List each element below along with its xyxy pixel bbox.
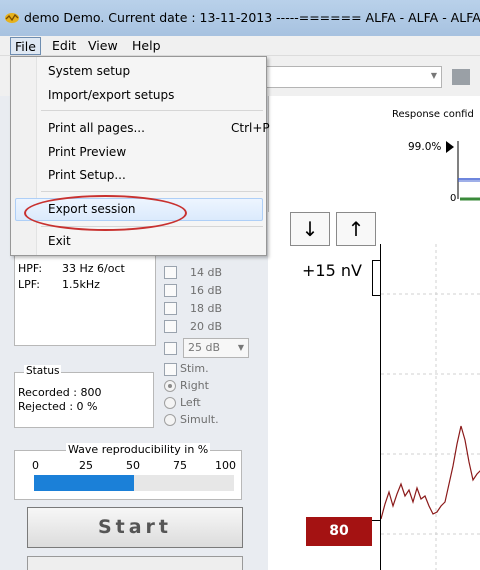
level-14db-label: 14 dB [190,266,223,279]
toolbar-icon[interactable] [452,69,470,85]
annotation-ellipse [24,195,187,231]
status-recorded: Recorded : 800 [18,386,102,399]
scale-down-button[interactable]: ↓ [290,212,330,246]
chevron-down-icon: ▼ [430,71,437,80]
menu-view[interactable]: View [84,37,122,55]
hpf-label: HPF: [18,262,43,275]
ear-left-label: Left [180,396,201,409]
status-title: Status [24,365,62,377]
level-20db-checkbox[interactable] [164,320,177,333]
ear-left-radio[interactable] [164,397,176,409]
menu-file[interactable]: File [10,37,41,55]
ear-right-radio[interactable] [164,380,176,392]
repro-tick-75: 75 [173,459,187,472]
title-bar: demo Demo. Current date : 13-11-2013 ---… [0,0,480,36]
level-20db-label: 20 dB [190,320,223,333]
waveform-svg [380,244,480,570]
ear-simult-label: Simult. [180,413,219,426]
hpf-value: 33 Hz 6/oct [62,262,125,275]
start-button[interactable]: Start [27,507,243,548]
menu-item-import-export-setups[interactable]: Import/export setups [48,88,174,102]
menu-edit[interactable]: Edit [48,37,80,55]
menu-item-exit[interactable]: Exit [48,234,71,248]
response-confidence-title: Response confid [392,109,474,120]
menu-separator [41,110,263,111]
repro-tick-100: 100 [215,459,236,472]
reproducibility-bar [34,475,234,491]
response-confidence-value: 99.0% [408,141,442,153]
chevron-down-icon: ▼ [237,343,244,352]
repro-tick-0: 0 [32,459,39,472]
repro-tick-25: 25 [79,459,93,472]
protocol-combo[interactable]: ▼ [258,66,442,88]
level-16db-checkbox[interactable] [164,284,177,297]
level-18db-label: 18 dB [190,302,223,315]
db-select-value: 25 dB [188,341,221,354]
menu-item-system-setup[interactable]: System setup [48,64,130,78]
ear-simult-radio[interactable] [164,414,176,426]
status-rejected: Rejected : 0 % [18,400,98,413]
level-16db-label: 16 dB [190,284,223,297]
menu-bar: File Edit View Help [0,36,480,56]
lpf-label: LPF: [18,278,40,291]
menu-item-print-setup[interactable]: Print Setup... [48,168,126,182]
pause-button[interactable] [27,556,243,570]
stim-checkbox[interactable] [164,363,177,376]
waveform-trace [380,425,480,520]
scale-up-button[interactable]: ↑ [336,212,376,246]
confidence-marker-icon [446,141,454,153]
repro-tick-50: 50 [126,459,140,472]
lpf-value: 1.5kHz [62,278,100,291]
menu-help[interactable]: Help [128,37,165,55]
level-tick [372,520,380,521]
scale-label: +15 nV [302,261,362,280]
app-icon [5,13,19,23]
reproducibility-bar-fill [34,475,134,491]
menu-item-print-all-pages[interactable]: Print all pages... [48,121,145,135]
level-14db-checkbox[interactable] [164,266,177,279]
menu-icon-strip [11,57,37,255]
level-25db-checkbox[interactable] [164,342,177,355]
menu-shortcut-print: Ctrl+P [231,121,270,135]
window-title: demo Demo. Current date : 13-11-2013 ---… [24,10,480,25]
stim-label: Stim. [180,362,209,375]
menu-item-print-preview[interactable]: Print Preview [48,145,126,159]
level-indicator: 80 [306,517,372,546]
reproducibility-label: Wave reproducibility in % [66,443,211,456]
level-18db-checkbox[interactable] [164,302,177,315]
confidence-zero: 0 [450,193,457,204]
ear-right-label: Right [180,379,209,392]
waveform-plot [380,244,480,570]
db-select[interactable]: 25 dB ▼ [183,338,249,358]
menu-separator [41,191,263,192]
